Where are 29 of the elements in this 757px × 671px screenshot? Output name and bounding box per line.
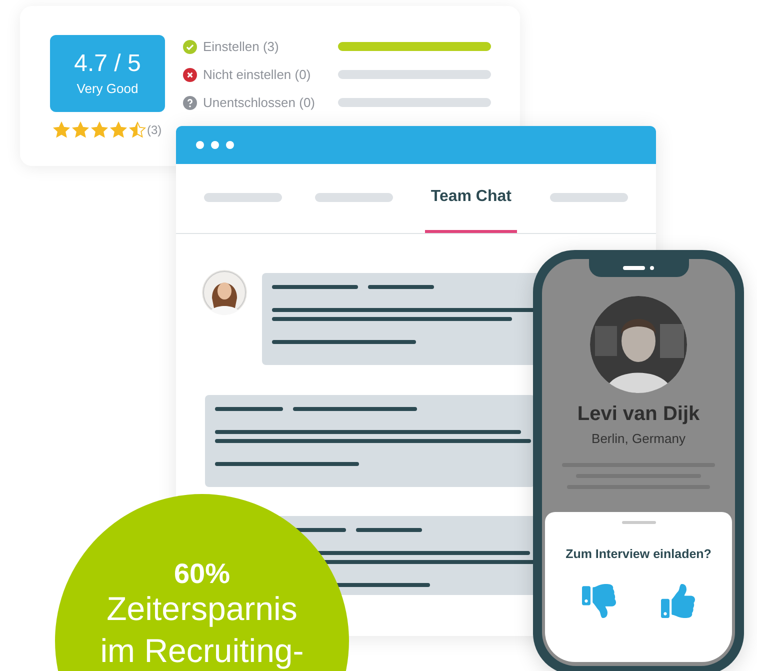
thumbs-up-icon xyxy=(661,584,695,618)
cross-circle-icon xyxy=(183,68,197,82)
star-icon xyxy=(90,121,109,139)
tab-placeholder[interactable] xyxy=(314,192,393,202)
thumbs-up-button[interactable] xyxy=(661,584,695,618)
tab-placeholder[interactable] xyxy=(204,192,282,202)
tab-placeholder[interactable] xyxy=(550,192,628,202)
chat-tab[interactable]: Team Chat xyxy=(424,164,518,233)
sheet-handle xyxy=(622,521,656,524)
candidate-name: Levi van Dijk xyxy=(577,402,700,427)
question-circle-icon xyxy=(183,96,197,110)
star-icon xyxy=(71,121,90,139)
prompt-text: Zum Interview einladen? xyxy=(566,546,712,563)
check-circle-icon xyxy=(183,40,197,54)
score-text: 4.7 / 5 xyxy=(74,48,141,79)
vote-label: Einstellen (3) xyxy=(203,38,279,56)
savings-text: im Recruiting- xyxy=(100,631,304,671)
star-icon xyxy=(52,121,71,139)
savings-text: Zeitersparnis xyxy=(106,589,298,629)
candidate-location: Berlin, Germany xyxy=(592,430,686,448)
star-icon xyxy=(128,121,147,139)
star-icon xyxy=(109,121,128,139)
savings-figure: 60% xyxy=(174,560,230,588)
thumbs-down-icon xyxy=(582,584,616,618)
thumbs-down-button[interactable] xyxy=(582,584,616,618)
vote-label: Unentschlossen (0) xyxy=(203,94,315,112)
review-count: (3) xyxy=(147,122,162,139)
vote-label: Nicht einstellen (0) xyxy=(203,66,311,84)
verdict-text: Very Good xyxy=(76,80,138,98)
